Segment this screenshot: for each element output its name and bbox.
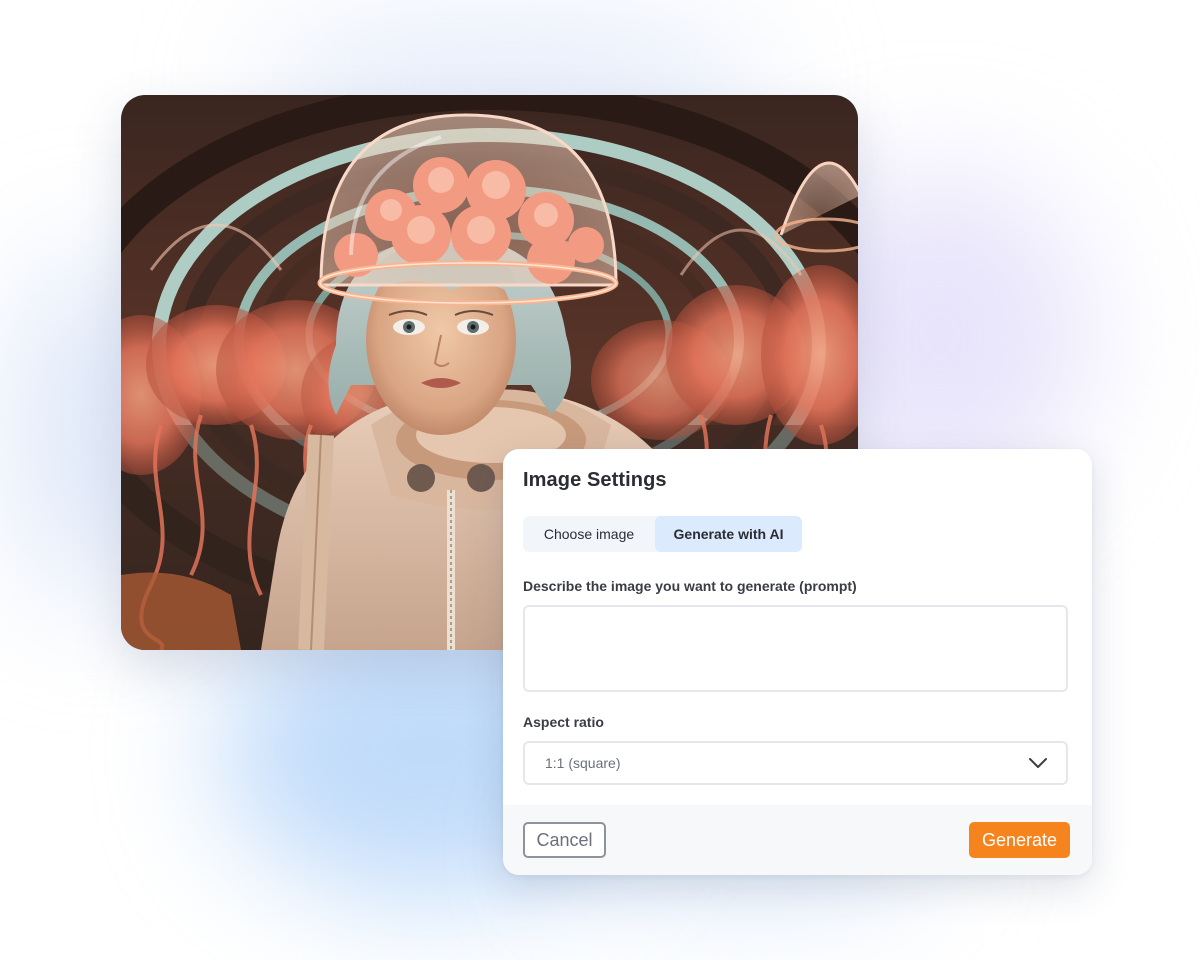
generate-button[interactable]: Generate [969,822,1070,858]
tab-generate-with-ai[interactable]: Generate with AI [655,516,802,552]
image-settings-dialog: Image Settings Choose image Generate wit… [503,449,1092,875]
aspect-ratio-value: 1:1 (square) [545,755,621,771]
dialog-title: Image Settings [523,469,667,491]
prompt-input[interactable] [523,605,1068,692]
tab-choose-image[interactable]: Choose image [523,516,655,552]
chevron-down-icon [1029,758,1047,768]
prompt-label: Describe the image you want to generate … [523,578,857,594]
cancel-button[interactable]: Cancel [523,822,606,858]
aspect-ratio-label: Aspect ratio [523,714,604,730]
dialog-footer: Cancel Generate [503,805,1092,875]
image-source-tabs: Choose image Generate with AI [523,516,802,552]
aspect-ratio-select[interactable]: 1:1 (square) [523,741,1068,785]
